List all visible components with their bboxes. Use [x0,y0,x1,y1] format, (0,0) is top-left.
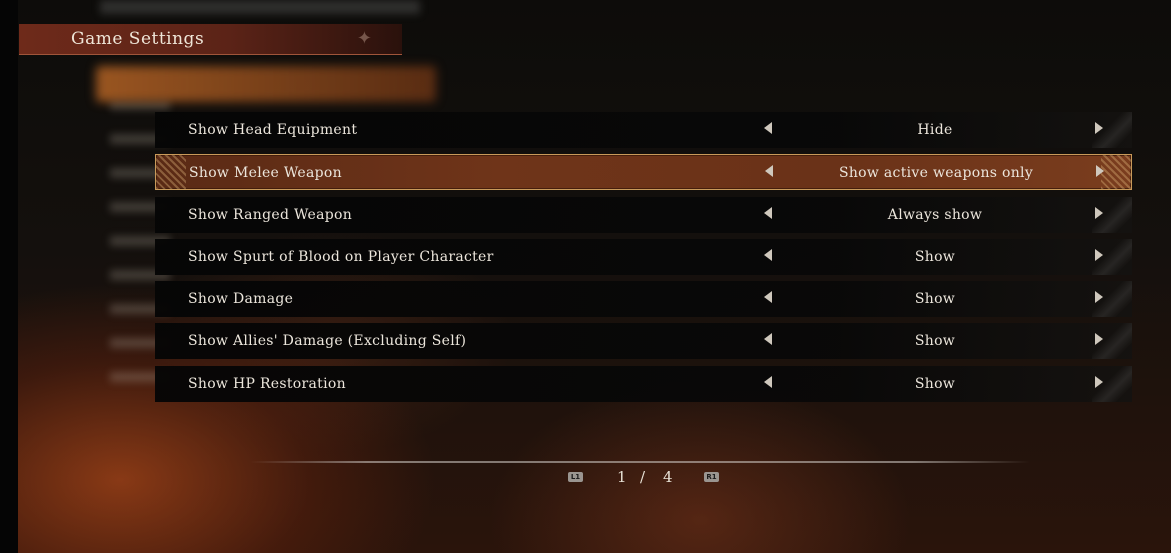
arrow-left-icon[interactable] [764,122,772,134]
page-current: 1 [617,468,627,486]
setting-label: Show Allies' Damage (Excluding Self) [188,333,467,350]
arrow-left-icon[interactable] [764,333,772,346]
row-corner-decoration [1092,238,1132,275]
setting-value: Show [914,375,956,392]
setting-label: Show Head Equipment [188,122,358,138]
setting-row-allies-damage[interactable]: Show Allies' Damage (Excluding Self) Sho… [155,323,1132,360]
arrow-right-icon[interactable] [1096,165,1104,178]
setting-value: Always show [887,206,983,223]
ornament-left-icon [156,155,186,190]
row-corner-decoration [1092,196,1132,233]
l1-button-icon[interactable]: L1 [568,472,583,482]
setting-value: Show [914,248,956,265]
pager: L1 1 / 4 R1 [0,468,1171,488]
row-corner-decoration [1092,112,1132,148]
row-corner-decoration [1092,323,1132,360]
setting-value: Show active weapons only [838,165,1034,182]
setting-value: Show [914,333,956,350]
arrow-left-icon[interactable] [764,248,772,261]
setting-row-melee-weapon[interactable]: Show Melee Weapon Show active weapons on… [155,154,1132,191]
arrow-left-icon[interactable] [764,206,772,219]
setting-row-hp-restoration[interactable]: Show HP Restoration Show [155,365,1132,402]
setting-label: Show Melee Weapon [189,165,342,182]
setting-row-spurt-of-blood[interactable]: Show Spurt of Blood on Player Character … [155,238,1132,275]
blurred-active-tab [96,66,436,102]
row-corner-decoration [1092,281,1132,318]
setting-row-head-equipment[interactable]: Show Head Equipment Hide [155,112,1132,148]
setting-label: Show Spurt of Blood on Player Character [188,248,494,265]
arrow-left-icon[interactable] [764,375,772,388]
emblem-icon: ✦ [356,28,372,49]
setting-label: Show HP Restoration [188,375,346,392]
r1-button-icon[interactable]: R1 [704,472,719,482]
setting-label: Show Ranged Weapon [188,206,353,223]
setting-label: Show Damage [188,291,294,308]
page-separator: / [640,468,646,486]
blurred-top-bar [100,0,420,14]
page-total: 4 [663,468,673,486]
settings-list: Show Head Equipment Hide Show Melee Weap… [155,112,1132,408]
divider [250,461,1030,463]
row-corner-decoration [1092,365,1132,402]
setting-row-damage[interactable]: Show Damage Show [155,281,1132,318]
ornament-right-icon [1101,155,1131,190]
setting-row-ranged-weapon[interactable]: Show Ranged Weapon Always show [155,196,1132,233]
setting-value: Hide [917,122,953,138]
arrow-left-icon[interactable] [764,291,772,304]
arrow-left-icon[interactable] [765,165,773,178]
page-title: Game Settings [71,29,205,49]
settings-header: Game Settings ✦ [19,24,402,55]
setting-value: Show [914,291,956,308]
